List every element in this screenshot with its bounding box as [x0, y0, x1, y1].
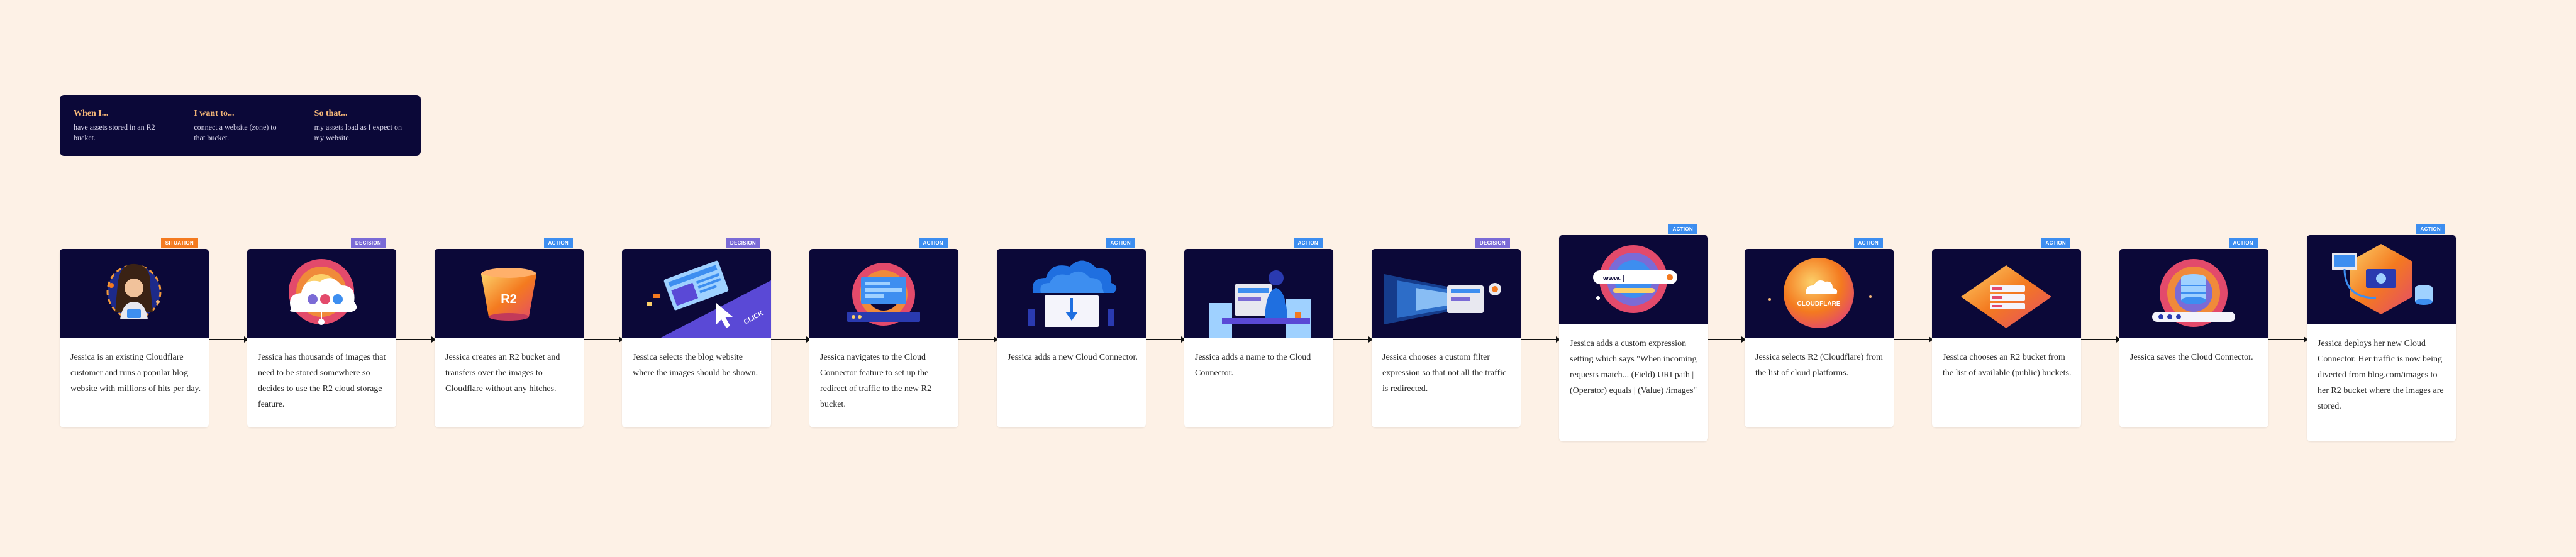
flow-arrow	[584, 336, 623, 343]
step-description: Jessica selects R2 (Cloudflare) from the…	[1755, 353, 1883, 378]
legend-want-title: I want to...	[194, 109, 235, 118]
step-tag: ACTION	[2041, 238, 2070, 248]
step-description: Jessica saves the Cloud Connector.	[2130, 353, 2253, 362]
url-input-text: www. |	[1602, 275, 1624, 282]
bucket-list-illustration	[1932, 249, 2081, 338]
step-tag: ACTION	[543, 238, 573, 248]
step-description: Jessica has thousands of images that nee…	[258, 353, 386, 409]
cloudflare-wordmark: CLOUDFLARE	[1797, 301, 1841, 307]
step-description: Jessica adds a new Cloud Connector.	[1008, 353, 1138, 362]
legend-so-that: So that... my assets load as I expect on…	[300, 95, 421, 156]
step-card-13: ACTION Jessica deploys her new Cloud Con…	[2307, 224, 2456, 441]
step-card-7: ACTION Jessica adds a name to the Cloud …	[1184, 238, 1333, 427]
step-description: Jessica creates an R2 bucket and transfe…	[445, 353, 560, 394]
step-description: Jessica chooses a custom filter expressi…	[1382, 353, 1507, 394]
step-description: Jessica navigates to the Cloud Connector…	[820, 353, 932, 409]
step-card-2: DECISION Jessica has thousands of images…	[247, 238, 396, 427]
step-tag: ACTION	[1668, 224, 1697, 234]
legend-want-text: connect a website (zone) to that bucket.	[194, 123, 277, 142]
legend-when-title: When I...	[74, 109, 109, 118]
flow-arrow	[2268, 336, 2308, 343]
legend-when-text: have assets stored in an R2 bucket.	[74, 123, 155, 142]
cloud-images-illustration	[247, 249, 396, 338]
flow-arrow	[2081, 336, 2121, 343]
legend-want: I want to... connect a website (zone) to…	[180, 95, 300, 156]
step-card-3: ACTION R2 Jessica creates an R2 bucket a…	[435, 238, 584, 427]
flow-arrow	[958, 336, 998, 343]
flow-arrow	[1333, 336, 1373, 343]
deploy-connector-illustration	[2307, 235, 2456, 324]
step-card-11: ACTION Jessica chooses an R2 bucket from…	[1932, 238, 2081, 427]
step-description: Jessica is an existing Cloudflare custom…	[70, 353, 201, 394]
flow-arrow	[1146, 336, 1185, 343]
step-card-9: ACTION www. | Jessica adds a custom expr…	[1559, 224, 1708, 441]
cloudflare-platform-illustration: CLOUDFLARE	[1745, 249, 1894, 338]
step-tag: DECISION	[725, 238, 760, 248]
flow-arrow	[1894, 336, 1933, 343]
step-tag: ACTION	[2416, 224, 2445, 234]
filter-expression-illustration	[1372, 249, 1521, 338]
flow-arrow	[209, 336, 248, 343]
step-card-5: ACTION Jessica navigates to the Cloud Co…	[809, 238, 958, 427]
step-tag: ACTION	[2228, 238, 2258, 248]
flow-arrow	[1708, 336, 1746, 343]
step-card-8: DECISION Jessica chooses a custom filter…	[1372, 238, 1521, 427]
step-description: Jessica chooses an R2 bucket from the li…	[1943, 353, 2072, 378]
step-description: Jessica adds a custom expression setting…	[1570, 339, 1697, 395]
step-card-6: ACTION Jessica adds a new Cloud Connecto…	[997, 238, 1146, 427]
step-card-4: DECISION CLICK Jessica selects the blog …	[622, 238, 771, 427]
legend-so-that-title: So that...	[314, 109, 348, 118]
step-tag: ACTION	[918, 238, 948, 248]
step-card-1: SITUATION Jessica is an existing Cloudfl…	[60, 238, 209, 427]
step-tag: SITUATION	[160, 238, 198, 248]
step-tag: DECISION	[1475, 238, 1510, 248]
step-tag: ACTION	[1293, 238, 1323, 248]
journey-legend: When I... have assets stored in an R2 bu…	[60, 95, 421, 156]
r2-label: R2	[501, 292, 517, 306]
step-card-12: ACTION Jessica saves the Cloud Connector…	[2119, 238, 2268, 427]
flow-arrow	[1521, 336, 1560, 343]
step-description: Jessica selects the blog website where t…	[633, 353, 758, 378]
save-connector-illustration	[2119, 249, 2268, 338]
select-website-illustration: CLICK	[622, 249, 771, 338]
step-tag: DECISION	[350, 238, 386, 248]
step-card-10: ACTION CLOUDFLARE Jessica selects R2 (Cl…	[1745, 238, 1894, 427]
step-tag: ACTION	[1853, 238, 1883, 248]
legend-so-that-text: my assets load as I expect on my website…	[314, 123, 402, 142]
custom-expression-illustration: www. |	[1559, 235, 1708, 324]
flow-arrow	[396, 336, 436, 343]
step-description: Jessica deploys her new Cloud Connector.…	[2318, 339, 2444, 411]
r2-bucket-illustration: R2	[435, 249, 584, 338]
legend-when: When I... have assets stored in an R2 bu…	[60, 95, 180, 156]
name-connector-illustration	[1184, 249, 1333, 338]
step-description: Jessica adds a name to the Cloud Connect…	[1195, 353, 1311, 378]
new-connector-illustration	[997, 249, 1146, 338]
customer-illustration	[60, 249, 209, 338]
flow-arrow	[771, 336, 811, 343]
cloud-connector-illustration	[809, 249, 958, 338]
step-tag: ACTION	[1106, 238, 1135, 248]
